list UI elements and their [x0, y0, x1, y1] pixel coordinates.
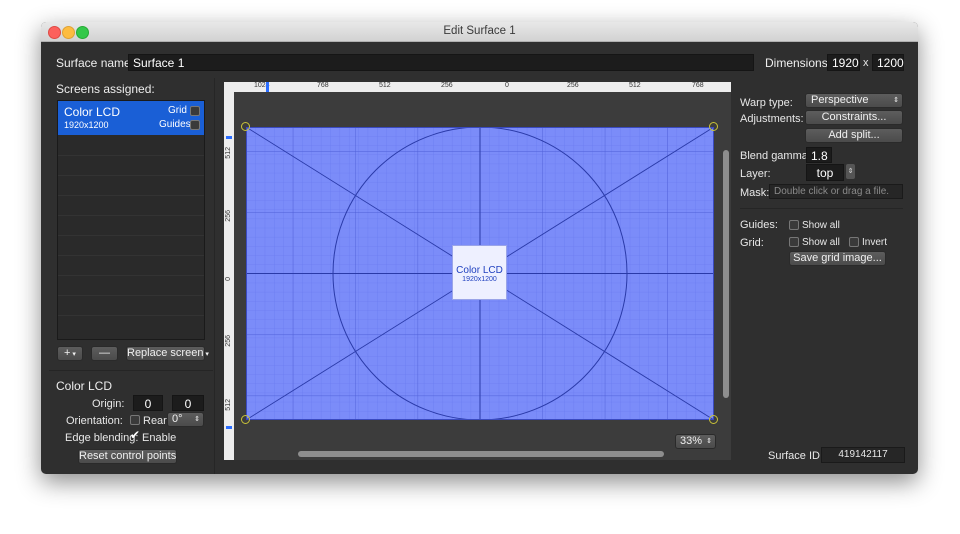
replace-screen-popup[interactable]: Replace screen ▾: [126, 346, 209, 361]
enable-label: Enable: [142, 432, 177, 444]
dimensions-label: Dimensions:: [765, 56, 832, 70]
ruler-marker-icon[interactable]: [226, 136, 232, 139]
surface-id-label: Surface ID:: [768, 450, 824, 462]
screen-item-guides-checkbox[interactable]: [190, 120, 200, 130]
screen-label-box: Color LCD 1920x1200: [452, 245, 507, 300]
dimensions-height-field[interactable]: 1200: [872, 54, 904, 71]
window-title: Edit Surface 1: [443, 25, 516, 37]
guides-show-all-checkbox[interactable]: [789, 220, 799, 230]
screen-label-name: Color LCD: [456, 265, 503, 276]
warp-type-popup[interactable]: Perspective ⇕: [805, 93, 903, 108]
blend-gamma-label: Blend gamma:: [740, 150, 811, 162]
rear-label: Rear: [143, 415, 167, 427]
left-ruler: 512 256 0 256 512: [224, 92, 234, 460]
remove-screen-button[interactable]: —: [91, 346, 118, 361]
screen-list-item[interactable]: Color LCD 1920x1200 Grid Guides: [58, 101, 204, 135]
grid-invert-checkbox[interactable]: [849, 237, 859, 247]
control-point-handle[interactable]: [709, 415, 718, 424]
surface-canvas[interactable]: Color LCD 1920x1200: [241, 122, 718, 424]
control-point-handle[interactable]: [709, 122, 718, 131]
layer-field[interactable]: top: [806, 164, 844, 181]
grid-invert-label: Invert: [862, 237, 888, 248]
canvas-area[interactable]: 1024 768 512 256 0 256 512 768 512 256 0…: [224, 82, 731, 460]
warp-type-label: Warp type:: [740, 97, 793, 109]
grid-show-all-label: Show all: [802, 237, 840, 248]
screen-props-title: Color LCD: [56, 379, 113, 393]
horizontal-scrollbar[interactable]: [298, 451, 664, 457]
guides-label: Guides:: [740, 219, 778, 231]
control-point-handle[interactable]: [241, 122, 250, 131]
screen-item-grid-label: Grid: [168, 105, 187, 116]
ruler-marker-icon[interactable]: [266, 82, 269, 92]
edit-surface-window: Edit Surface 1 Surface name: Surface 1 D…: [41, 22, 918, 474]
origin-x-field[interactable]: 0: [133, 395, 163, 411]
save-grid-image-button[interactable]: Save grid image...: [789, 251, 886, 266]
rear-checkbox[interactable]: [130, 415, 140, 425]
screens-assigned-label: Screens assigned:: [56, 82, 155, 96]
orientation-label: Orientation:: [66, 415, 123, 427]
origin-label: Origin:: [92, 398, 125, 410]
control-point-handle[interactable]: [241, 415, 250, 424]
top-ruler: 1024 768 512 256 0 256 512 768: [224, 82, 731, 92]
adjustments-label: Adjustments:: [740, 113, 804, 125]
enable-checkmark-icon[interactable]: ✔: [130, 428, 140, 442]
screen-item-name: Color LCD: [64, 105, 121, 119]
layer-label: Layer:: [740, 168, 771, 180]
grid-label: Grid:: [740, 237, 764, 249]
screen-label-resolution: 1920x1200: [462, 276, 497, 283]
add-split-button[interactable]: Add split...: [805, 128, 903, 143]
surface-id-field: 419142117: [821, 447, 905, 463]
constraints-button[interactable]: Constraints...: [805, 110, 903, 125]
surface-name-field[interactable]: Surface 1: [128, 54, 754, 71]
title-bar: Edit Surface 1: [41, 22, 918, 42]
zoom-popup[interactable]: 33% ⇕: [675, 434, 716, 449]
rotation-popup[interactable]: 0° ⇕: [167, 412, 204, 427]
dimensions-times: x: [863, 57, 869, 69]
blend-gamma-field[interactable]: 1.8: [806, 147, 832, 163]
add-screen-button[interactable]: + ▾: [57, 346, 83, 361]
screen-item-grid-checkbox[interactable]: [190, 106, 200, 116]
mask-drop-field[interactable]: Double click or drag a file.: [769, 184, 903, 199]
reset-control-points-button[interactable]: Reset control points: [78, 449, 177, 464]
screen-item-resolution: 1920x1200: [64, 120, 109, 130]
ruler-marker-icon[interactable]: [226, 426, 232, 429]
origin-y-field[interactable]: 0: [172, 395, 204, 411]
dimensions-width-field[interactable]: 1920: [827, 54, 860, 71]
layer-stepper[interactable]: ⇕: [846, 164, 855, 179]
edge-blending-label: Edge blending:: [65, 432, 139, 444]
guides-show-all-label: Show all: [802, 220, 840, 231]
screen-item-guides-label: Guides: [159, 119, 191, 130]
vertical-scrollbar[interactable]: [723, 150, 729, 398]
screens-list: Color LCD 1920x1200 Grid Guides: [57, 100, 205, 340]
grid-show-all-checkbox[interactable]: [789, 237, 799, 247]
mask-label: Mask:: [740, 187, 770, 199]
surface-name-label: Surface name:: [56, 56, 135, 70]
